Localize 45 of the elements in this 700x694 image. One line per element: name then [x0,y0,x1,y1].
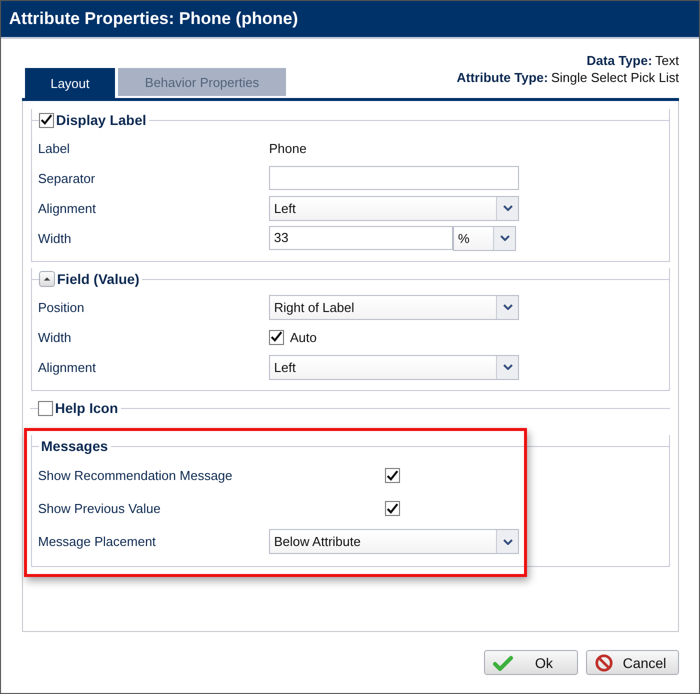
no-entry-icon [595,654,613,672]
tab[interactable]: Layout [25,68,115,98]
collapse-button[interactable] [39,271,55,287]
window-title: Attribute Properties: Phone (phone) [9,9,298,29]
field-label: Show Previous Value [38,501,162,516]
field-label: Width [38,230,72,246]
dropdown[interactable]: Right of Label [269,294,519,320]
caret-icon [500,235,510,241]
section-title: Messages [41,438,108,454]
checkbox-label: Auto [290,330,317,344]
field-value: Phone [269,140,307,156]
info-label: Attribute Type: [456,70,548,85]
section-title: Field (Value) [57,271,140,287]
field-label: Show Recommendation Message [38,468,234,483]
field-label: Alignment [38,360,97,374]
info-label: Data Type: [586,53,652,68]
ok-button[interactable]: Ok [484,650,578,675]
section-title: Display Label [56,112,146,128]
unit-dropdown[interactable]: % [453,226,516,250]
field-label: Width [38,330,72,344]
dropdown[interactable]: Below Attribute [269,529,519,554]
caret-icon [502,205,512,211]
checkbox[interactable] [39,112,54,128]
field-label: Label [38,140,71,156]
caret-icon [502,304,512,310]
cancel-button[interactable]: Cancel [586,650,679,675]
info-value: Single Select Pick List [551,70,679,85]
dropdown[interactable]: Left [269,196,519,220]
checkbox[interactable] [269,330,284,344]
field-label: Separator [38,170,96,186]
caret-icon [502,364,512,370]
dropdown[interactable]: Left [269,354,519,380]
field-label: Alignment [38,200,97,216]
checkbox[interactable] [385,468,400,483]
section-title: Help Icon [55,400,118,416]
input-field[interactable] [269,166,519,190]
info-value: Text [655,53,679,68]
field-label: Position [38,300,86,314]
checkbox[interactable] [385,501,400,516]
checkbox[interactable] [38,400,53,416]
checkmark-icon [493,654,513,670]
triangle-icon [43,275,51,283]
field-label: Message Placement [38,534,157,549]
caret-icon [502,538,512,544]
input-field[interactable]: 33 [269,226,453,250]
